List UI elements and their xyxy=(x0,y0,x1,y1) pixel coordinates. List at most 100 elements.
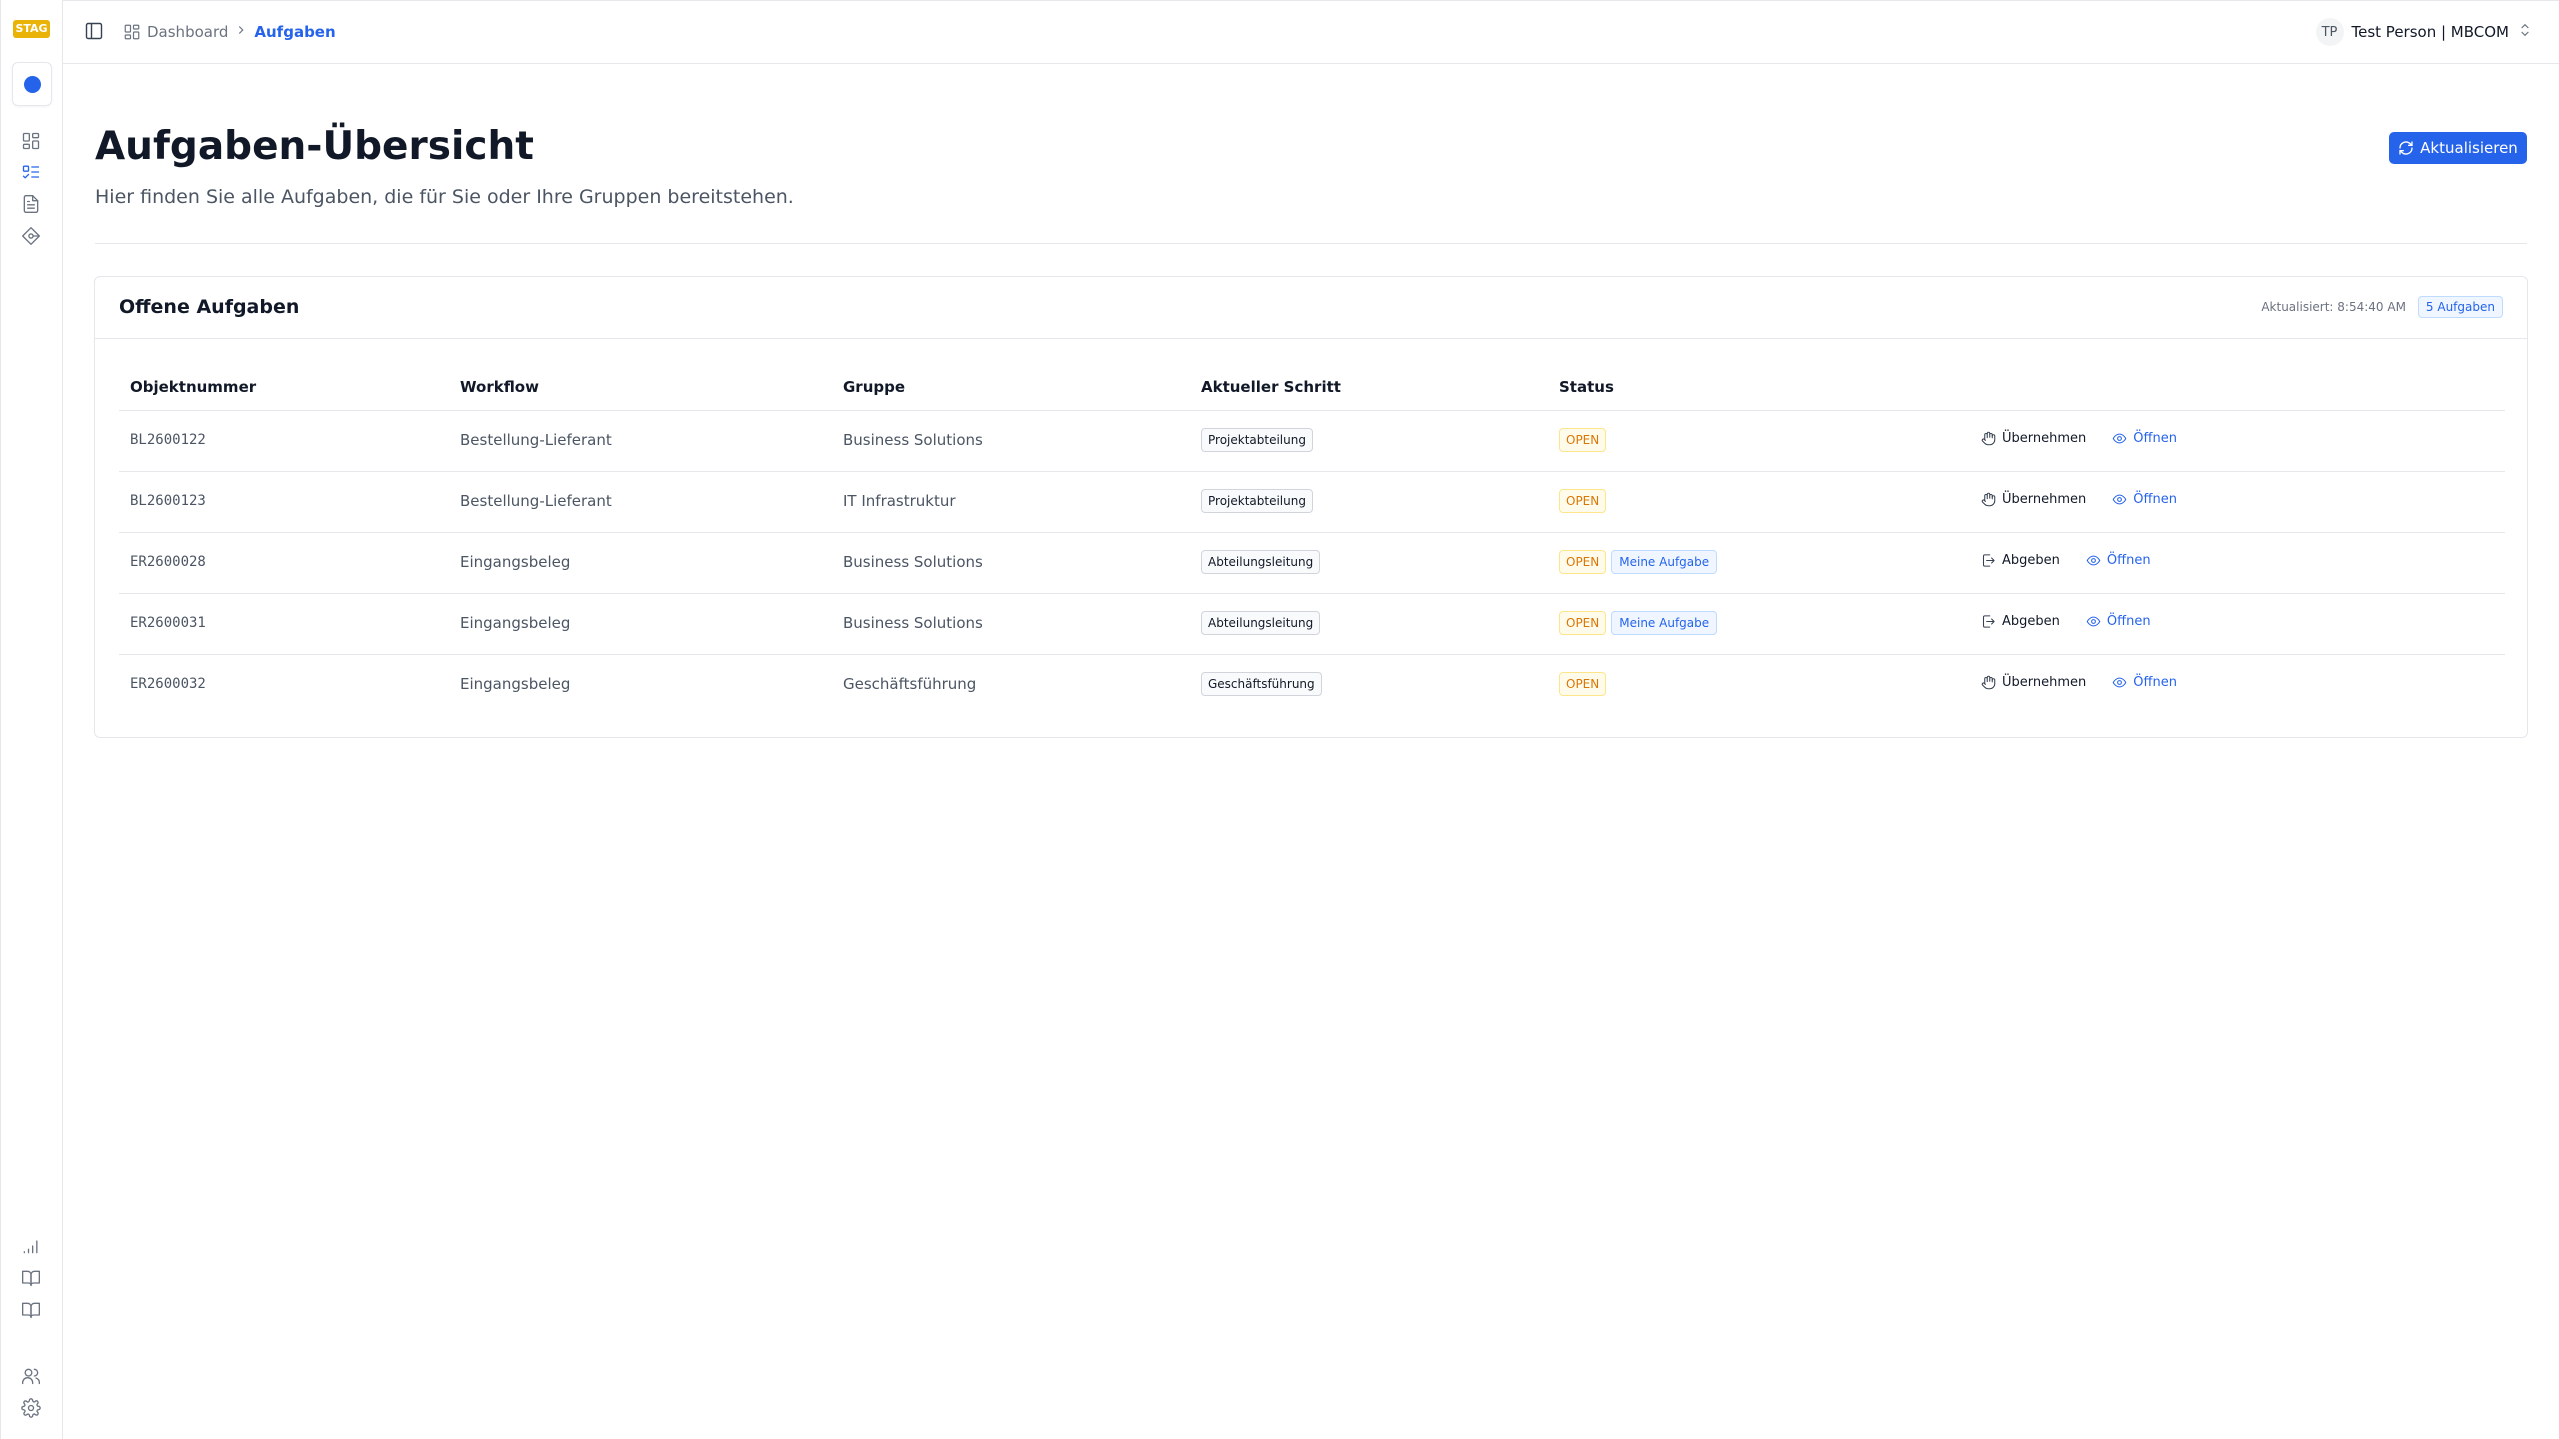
action-label: Abgeben xyxy=(2002,614,2060,629)
object-number: ER2600028 xyxy=(130,554,206,570)
settings-gear-icon xyxy=(21,1398,41,1418)
card-header: Offene Aufgaben Aktualisiert: 8:54:40 AM… xyxy=(95,277,2527,339)
breadcrumb: Dashboard Aufgaben xyxy=(123,21,336,43)
refresh-button[interactable]: Aktualisieren xyxy=(2389,132,2527,164)
object-number: BL2600122 xyxy=(130,432,206,448)
last-updated: Aktualisiert: 8:54:40 AM xyxy=(2261,300,2406,314)
dashboard-grid-icon xyxy=(22,132,40,150)
action-label: Übernehmen xyxy=(2002,431,2087,446)
column-header: Gruppe xyxy=(843,378,906,396)
row-actions: Abgeben Öffnen xyxy=(1981,553,2151,568)
step-badge: Projektabteilung xyxy=(1201,489,1313,513)
breadcrumb-dashboard-label: Dashboard xyxy=(147,23,229,41)
dashboard-grid-icon xyxy=(124,24,140,40)
status-cell: OPEN Meine Aufgabe xyxy=(1559,611,1718,635)
status-badge: OPEN xyxy=(1559,672,1607,696)
open-task-button[interactable]: Öffnen xyxy=(2112,675,2177,690)
group-name: Geschäftsführung xyxy=(843,675,977,693)
column-header: Workflow xyxy=(460,378,539,396)
sidebar-item-docs[interactable] xyxy=(20,1267,42,1289)
book-open-icon xyxy=(22,1270,40,1287)
book-open-alt-icon xyxy=(22,1302,40,1319)
claim-task-button[interactable]: Übernehmen xyxy=(1981,431,2086,446)
workflow-name: Eingangsbeleg xyxy=(460,614,571,632)
hand-icon xyxy=(1981,431,1996,446)
environment-badge: STAG xyxy=(13,20,50,38)
document-icon xyxy=(23,195,39,213)
action-label: Übernehmen xyxy=(2002,492,2087,507)
eye-icon xyxy=(2086,614,2101,629)
column-header: Aktueller Schritt xyxy=(1201,378,1341,396)
refresh-label: Aktualisieren xyxy=(2420,139,2518,157)
signal-bars-icon xyxy=(23,1240,38,1254)
sidebar-item-workflows[interactable] xyxy=(20,225,42,247)
row-actions: Übernehmen Öffnen xyxy=(1981,675,2177,690)
open-task-button[interactable]: Öffnen xyxy=(2086,553,2151,568)
open-task-button[interactable]: Öffnen xyxy=(2112,431,2177,446)
release-task-button[interactable]: Abgeben xyxy=(1981,614,2060,629)
sidebar-item-documents[interactable] xyxy=(20,193,42,215)
page-title: Aufgaben-Übersicht xyxy=(95,124,534,169)
sidebar-item-dashboard[interactable] xyxy=(20,130,42,152)
object-number: BL2600123 xyxy=(130,493,206,509)
status-cell: OPEN xyxy=(1559,672,1607,696)
top-header: Dashboard Aufgaben TP Test Person | MBCO… xyxy=(63,0,2559,64)
step-badge: Abteilungsleitung xyxy=(1201,550,1321,574)
table-header: Objektnummer Workflow Gruppe Aktueller S… xyxy=(119,367,2505,411)
status-badge: OPEN xyxy=(1559,428,1607,452)
users-icon xyxy=(22,1368,40,1385)
user-menu[interactable]: TP Test Person | MBCOM xyxy=(2315,18,2534,46)
group-name: Business Solutions xyxy=(843,614,983,632)
table-row: ER2600028 Eingangsbeleg Business Solutions… xyxy=(119,533,2505,594)
table-row: ER2600031 Eingangsbeleg Business Solutions… xyxy=(119,594,2505,655)
sidebar-item-users[interactable] xyxy=(20,1365,42,1387)
open-label: Öffnen xyxy=(2106,553,2151,568)
row-actions: Übernehmen Öffnen xyxy=(1981,431,2177,446)
table-row: ER2600032 Eingangsbeleg Geschäftsführung Ge… xyxy=(119,655,2505,716)
sidebar-item-guide[interactable] xyxy=(20,1299,42,1321)
status-cell: OPEN xyxy=(1559,428,1607,452)
breadcrumb-dashboard-link[interactable]: Dashboard xyxy=(123,23,228,41)
avatar: TP xyxy=(2315,18,2344,46)
task-list-icon xyxy=(22,165,40,179)
task-count-badge: 5 Aufgaben xyxy=(2417,296,2503,318)
chevron-right-icon xyxy=(234,23,248,41)
table-body: BL2600122 Bestellung-Lieferant Business So… xyxy=(119,411,2505,716)
open-label: Öffnen xyxy=(2133,492,2177,507)
open-task-button[interactable]: Öffnen xyxy=(2112,492,2177,507)
sidebar-item-tasks[interactable] xyxy=(20,161,42,183)
table-row: BL2600123 Bestellung-Lieferant IT Infrastr… xyxy=(119,472,2505,533)
eye-icon xyxy=(2086,553,2101,568)
log-out-icon xyxy=(1981,553,1996,568)
claim-task-button[interactable]: Übernehmen xyxy=(1981,492,2086,507)
tasks-table: Objektnummer Workflow Gruppe Aktueller S… xyxy=(119,367,2505,716)
page-subtitle: Hier finden Sie alle Aufgaben, die für S… xyxy=(95,186,794,208)
sidebar-toggle-button[interactable] xyxy=(84,21,106,43)
sidebar-item-analytics[interactable] xyxy=(20,1235,42,1257)
workflow-name: Eingangsbeleg xyxy=(460,675,571,693)
workflow-name: Eingangsbeleg xyxy=(460,553,571,571)
sidebar: STAG xyxy=(0,0,63,1439)
log-out-icon xyxy=(1981,614,1996,629)
hand-icon xyxy=(1981,675,1996,690)
step-badge: Projektabteilung xyxy=(1201,428,1313,452)
eye-icon xyxy=(2112,675,2127,690)
open-task-button[interactable]: Öffnen xyxy=(2086,614,2151,629)
eye-icon xyxy=(2112,492,2127,507)
chevrons-up-down-icon xyxy=(2517,22,2533,42)
status-badge: OPEN xyxy=(1559,489,1607,513)
app-logo[interactable] xyxy=(12,62,52,106)
status-cell: OPEN Meine Aufgabe xyxy=(1559,550,1718,574)
workflow-name: Bestellung-Lieferant xyxy=(460,431,612,449)
row-actions: Abgeben Öffnen xyxy=(1981,614,2151,629)
action-label: Übernehmen xyxy=(2002,675,2087,690)
divider xyxy=(95,243,2527,244)
sidebar-item-settings[interactable] xyxy=(20,1397,42,1419)
card-title: Offene Aufgaben xyxy=(119,296,300,318)
group-name: Business Solutions xyxy=(843,431,983,449)
logo-dot xyxy=(24,76,41,93)
user-name: Test Person | MBCOM xyxy=(2351,23,2510,41)
release-task-button[interactable]: Abgeben xyxy=(1981,553,2060,568)
refresh-icon xyxy=(2399,141,2413,155)
claim-task-button[interactable]: Übernehmen xyxy=(1981,675,2086,690)
